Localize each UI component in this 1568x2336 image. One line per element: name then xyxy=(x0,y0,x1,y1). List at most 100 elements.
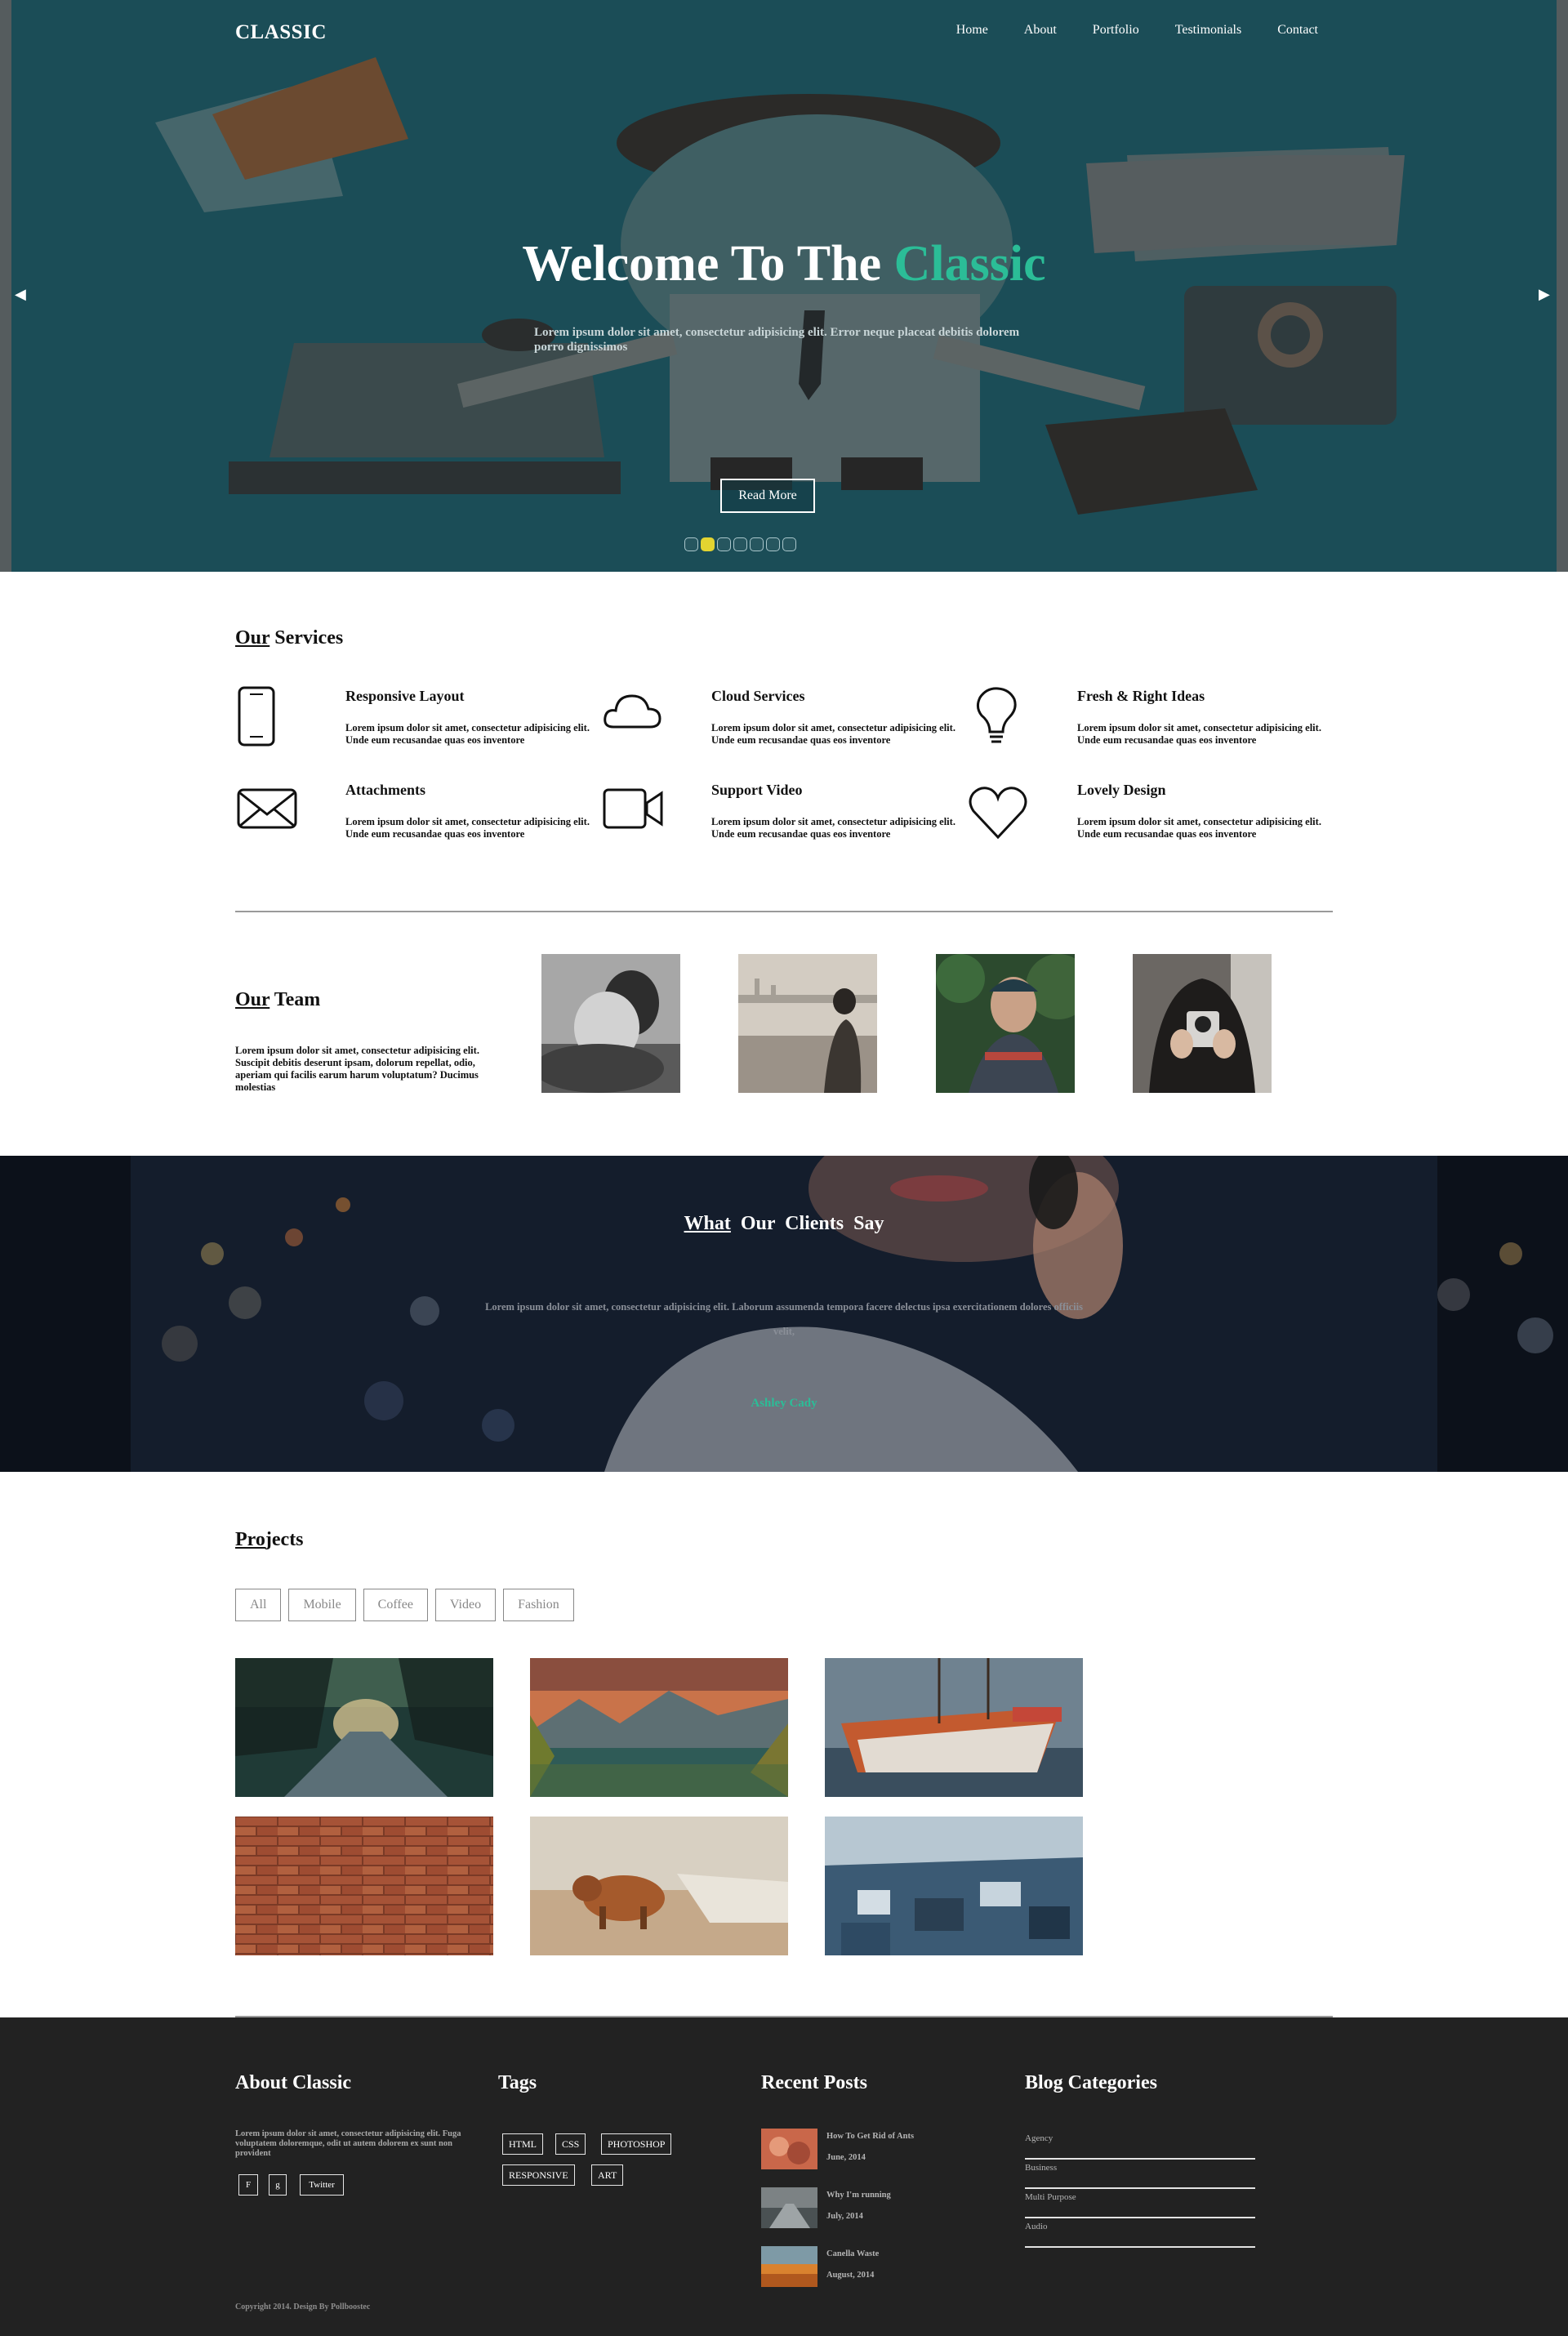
post-title[interactable]: Why I'm running xyxy=(826,2191,891,2200)
cloud-icon xyxy=(604,694,662,729)
tag-photoshop[interactable]: PHOTOSHOP xyxy=(601,2133,672,2155)
team-member-photo[interactable] xyxy=(541,954,680,1093)
slider-dot[interactable] xyxy=(733,537,747,551)
category-item[interactable]: Audio xyxy=(1025,2218,1255,2248)
post-date: July, 2014 xyxy=(826,2212,863,2221)
team-title: Our Team xyxy=(235,989,320,1011)
video-camera-icon xyxy=(603,788,663,829)
project-thumbnail[interactable] xyxy=(530,1817,788,1955)
project-thumbnail[interactable] xyxy=(530,1658,788,1797)
category-label[interactable]: Multi Purpose xyxy=(1025,2192,1076,2202)
read-more-button[interactable]: Read More xyxy=(720,479,815,513)
nav-portfolio[interactable]: Portfolio xyxy=(1093,23,1139,38)
slider-prev-arrow-icon[interactable]: ◀ xyxy=(15,286,26,303)
service-text: Lorem ipsum dolor sit amet, consectetur … xyxy=(345,816,590,840)
testimonial-title-underlined: What xyxy=(684,1213,731,1234)
envelope-icon xyxy=(237,788,297,829)
footer: About Classic Lorem ipsum dolor sit amet… xyxy=(0,2017,1568,2336)
testimonial-title-rest: Our Clients Say xyxy=(730,1213,884,1234)
category-item[interactable]: Business xyxy=(1025,2160,1255,2189)
post-thumbnail[interactable] xyxy=(761,2129,817,2169)
tablet-icon xyxy=(238,686,275,747)
tag-css[interactable]: CSS xyxy=(555,2133,586,2155)
nav-testimonials[interactable]: Testimonials xyxy=(1175,23,1242,38)
post-thumbnail[interactable] xyxy=(761,2187,817,2228)
post-date: June, 2014 xyxy=(826,2153,866,2162)
filter-video[interactable]: Video xyxy=(434,1589,497,1621)
hero-title: Welcome To The Classic xyxy=(0,235,1568,293)
hero-title-main: Welcome To The xyxy=(522,236,894,292)
slider-dot-active[interactable] xyxy=(701,537,715,551)
post-title[interactable]: Canella Waste xyxy=(826,2249,879,2258)
projects-title-underlined: Pro xyxy=(235,1529,265,1550)
team-title-underlined: Our xyxy=(235,989,270,1010)
service-support-video: Support Video Lorem ipsum dolor sit amet… xyxy=(601,780,960,854)
slider-pagination xyxy=(684,537,796,551)
hero-title-accent: Classic xyxy=(893,236,1046,292)
team-text: Lorem ipsum dolor sit amet, consectetur … xyxy=(235,1045,479,1093)
brand-logo[interactable]: CLASSIC xyxy=(235,21,327,44)
filter-mobile[interactable]: Mobile xyxy=(288,1589,356,1621)
service-lovely-design: Lovely Design Lorem ipsum dolor sit amet… xyxy=(967,780,1326,854)
recent-post[interactable]: How To Get Rid of Ants June, 2014 xyxy=(761,2129,973,2169)
tag-responsive[interactable]: RESPONSIVE xyxy=(502,2164,575,2186)
nav-home[interactable]: Home xyxy=(956,23,988,38)
service-title: Responsive Layout xyxy=(345,688,465,704)
category-label[interactable]: Audio xyxy=(1025,2222,1048,2231)
service-text: Lorem ipsum dolor sit amet, consectetur … xyxy=(711,816,956,840)
testimonial-section: What Our Clients Say Lorem ipsum dolor s… xyxy=(0,1156,1568,1472)
facebook-link[interactable]: F xyxy=(238,2174,258,2196)
slider-dot[interactable] xyxy=(684,537,698,551)
recent-post[interactable]: Why I'm running July, 2014 xyxy=(761,2187,973,2228)
project-thumbnail[interactable] xyxy=(825,1658,1083,1797)
footer-tags-title: Tags xyxy=(498,2072,537,2093)
filter-fashion[interactable]: Fashion xyxy=(503,1589,574,1621)
service-title: Support Video xyxy=(711,782,803,798)
footer-categories-title: Blog Categories xyxy=(1025,2072,1157,2093)
testimonial-quote: Lorem ipsum dolor sit amet, consectetur … xyxy=(485,1301,1083,1337)
twitter-link[interactable]: Twitter xyxy=(300,2174,344,2196)
heart-icon xyxy=(969,787,1027,840)
nav-contact[interactable]: Contact xyxy=(1277,23,1318,38)
service-fresh-ideas: Fresh & Right Ideas Lorem ipsum dolor si… xyxy=(967,686,1326,760)
category-label[interactable]: Agency xyxy=(1025,2133,1053,2143)
category-label[interactable]: Business xyxy=(1025,2163,1057,2173)
hero-slider: CLASSIC Home About Portfolio Testimonial… xyxy=(0,0,1568,572)
project-thumbnail[interactable] xyxy=(235,1817,493,1955)
filter-coffee[interactable]: Coffee xyxy=(363,1589,428,1621)
service-text: Lorem ipsum dolor sit amet, consectetur … xyxy=(345,722,590,746)
services-title: Our Services xyxy=(235,627,343,649)
projects-title-rest: jects xyxy=(265,1529,304,1550)
footer-about-title: About Classic xyxy=(235,2072,352,2093)
category-item[interactable]: Agency xyxy=(1025,2130,1255,2160)
team-member-photo[interactable] xyxy=(738,954,877,1093)
post-thumbnail[interactable] xyxy=(761,2246,817,2287)
recent-post[interactable]: Canella Waste August, 2014 xyxy=(761,2246,973,2287)
nav-about[interactable]: About xyxy=(1024,23,1057,38)
copyright: Copyright 2014. Design By Pollboostec xyxy=(235,2303,371,2311)
slider-next-arrow-icon[interactable]: ▶ xyxy=(1539,286,1550,303)
slider-dot[interactable] xyxy=(717,537,731,551)
team-member-photo[interactable] xyxy=(936,954,1075,1093)
hero-text: Lorem ipsum dolor sit amet, consectetur … xyxy=(534,326,1020,354)
category-item[interactable]: Multi Purpose xyxy=(1025,2189,1255,2218)
service-title: Cloud Services xyxy=(711,688,805,704)
post-title[interactable]: How To Get Rid of Ants xyxy=(826,2132,914,2141)
project-thumbnail[interactable] xyxy=(235,1658,493,1797)
slider-dot[interactable] xyxy=(750,537,764,551)
slider-dot[interactable] xyxy=(766,537,780,551)
team-member-photo[interactable] xyxy=(1133,954,1272,1093)
project-thumbnail[interactable] xyxy=(825,1817,1083,1955)
projects-title: Projects xyxy=(235,1529,304,1551)
service-title: Attachments xyxy=(345,782,425,798)
tag-art[interactable]: ART xyxy=(591,2164,624,2186)
tag-html[interactable]: HTML xyxy=(502,2133,543,2155)
services-title-underlined: Our xyxy=(235,627,270,649)
service-text: Lorem ipsum dolor sit amet, consectetur … xyxy=(1077,722,1321,746)
testimonial-title: What Our Clients Say xyxy=(0,1213,1568,1235)
filter-all[interactable]: All xyxy=(235,1589,282,1621)
services-title-rest: Services xyxy=(270,627,344,649)
testimonial-author: Ashley Cady xyxy=(751,1397,817,1410)
slider-dot[interactable] xyxy=(782,537,796,551)
google-link[interactable]: g xyxy=(269,2174,287,2196)
